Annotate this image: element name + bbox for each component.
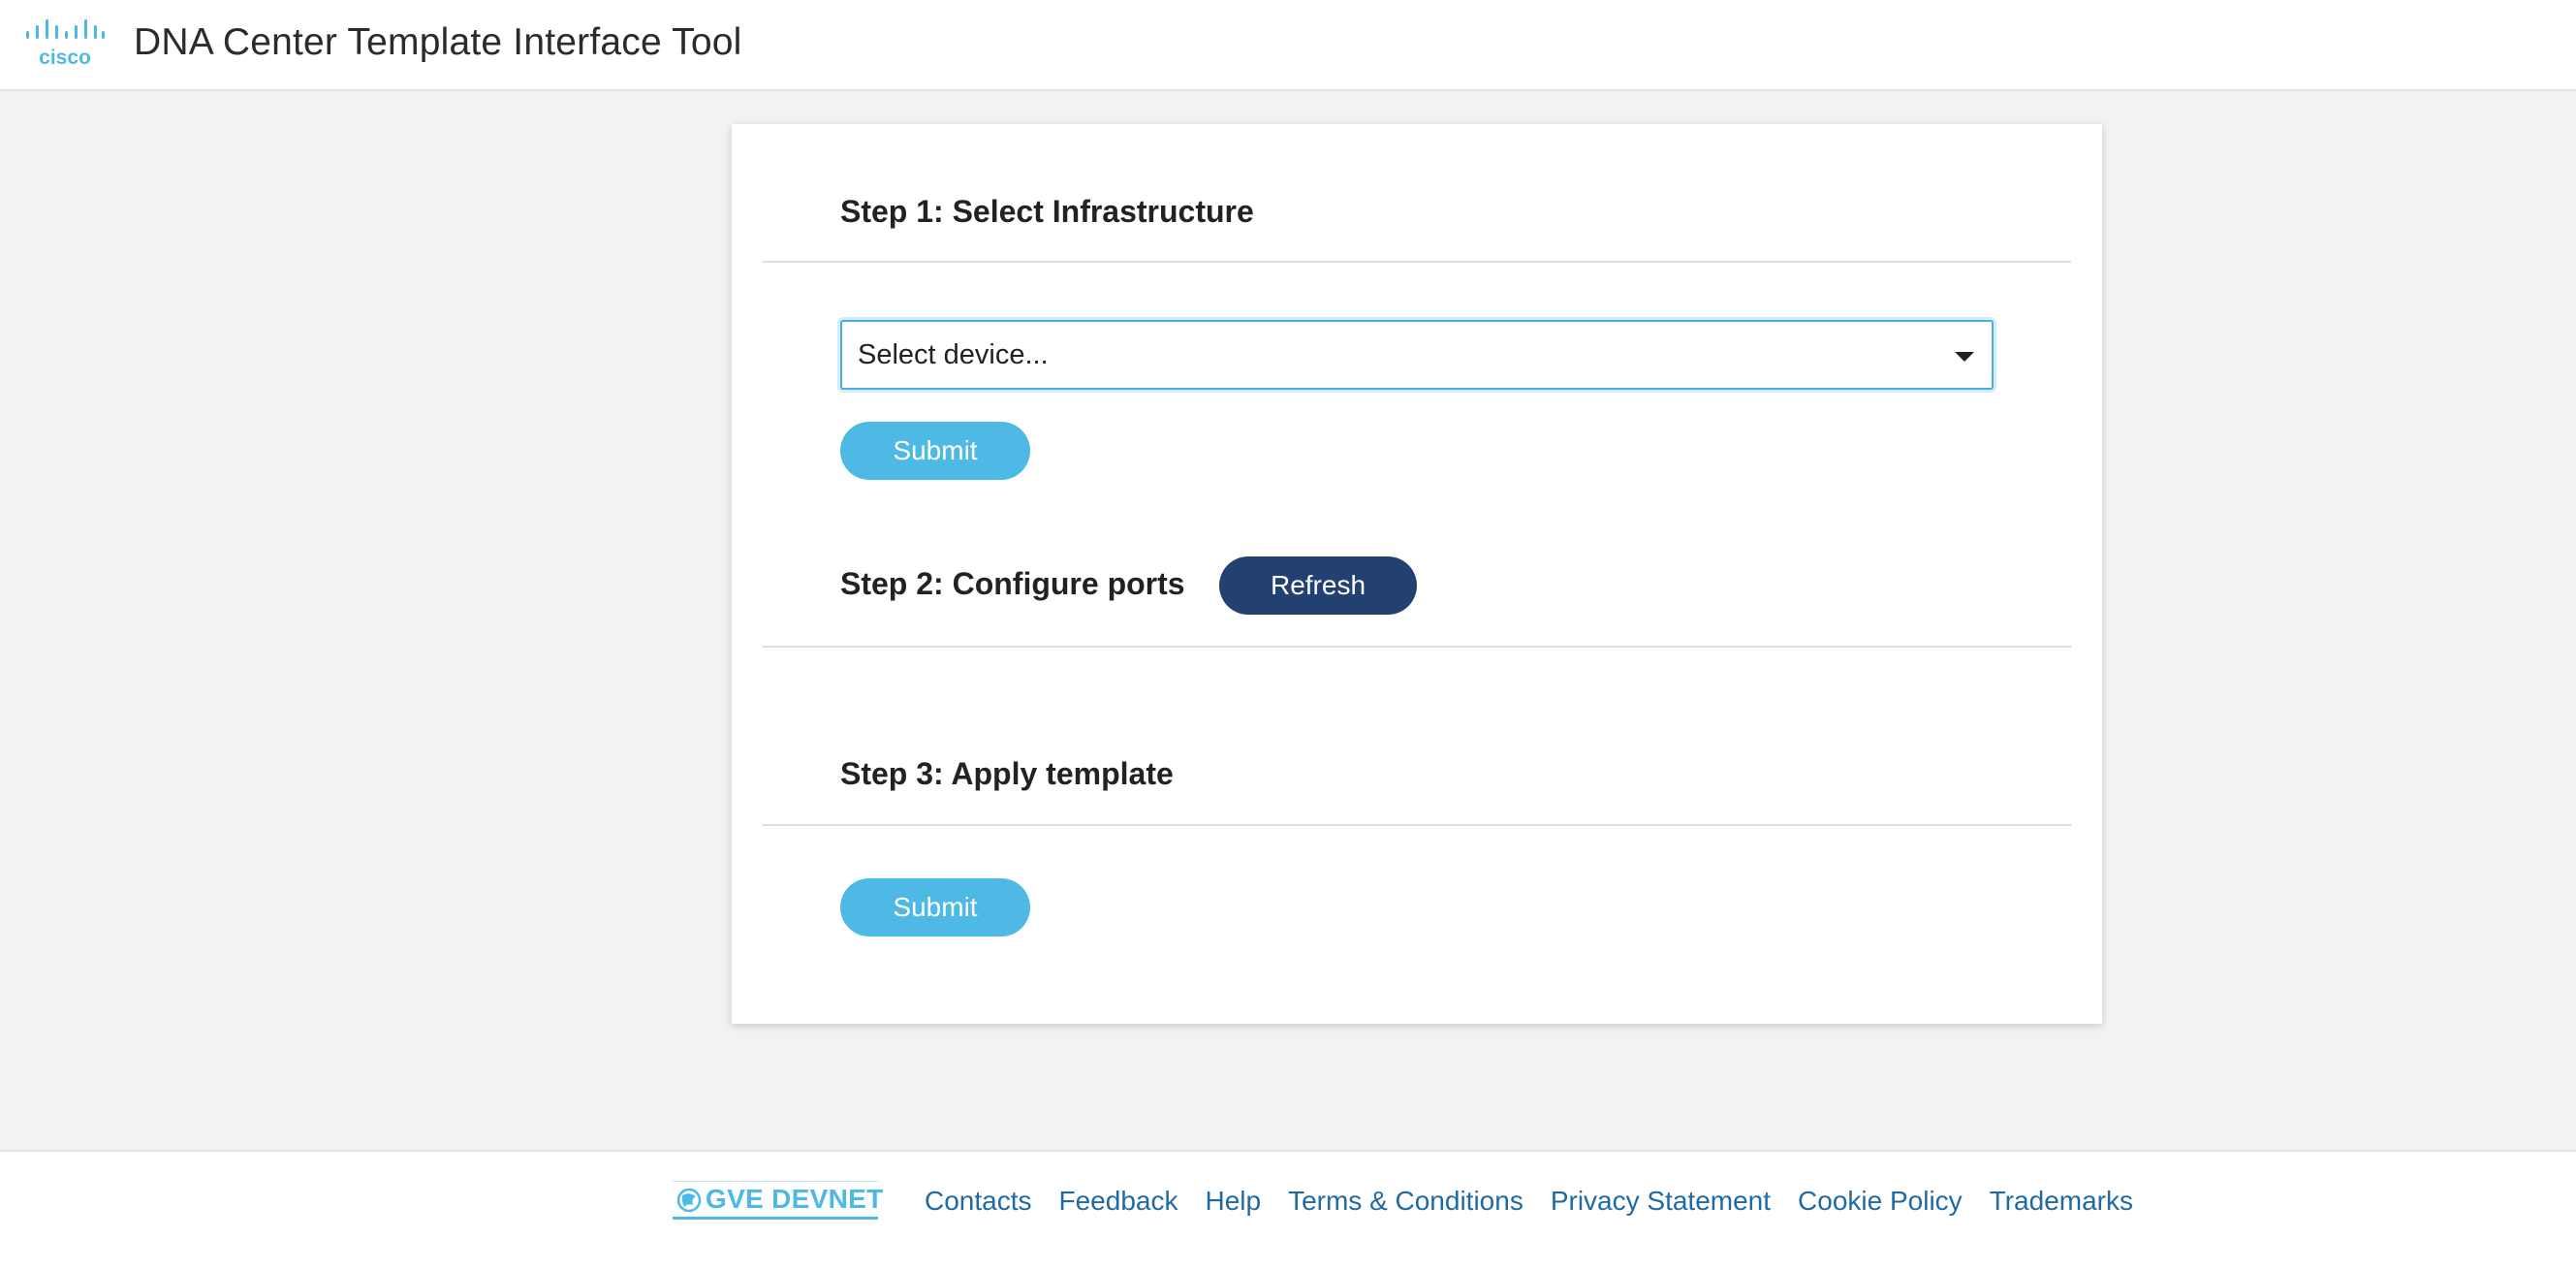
- step1-heading: Step 1: Select Infrastructure: [840, 194, 1254, 229]
- step3-submit-button[interactable]: Submit: [840, 878, 1030, 937]
- footer-links: Contacts Feedback Help Terms & Conditions Pr…: [925, 1186, 2160, 1217]
- step1-divider: [763, 261, 2071, 263]
- wizard-card: Step 1: Select Infrastructure Select dev…: [732, 124, 2102, 1024]
- app-title: DNA Center Template Interface Tool: [134, 21, 742, 63]
- device-select[interactable]: Select device...: [840, 320, 1994, 390]
- cisco-logo-icon[interactable]: cisco: [25, 19, 105, 68]
- step1-submit-button[interactable]: Submit: [840, 422, 1030, 480]
- footer-link-help[interactable]: Help: [1205, 1186, 1261, 1217]
- footer-link-cookie-policy[interactable]: Cookie Policy: [1798, 1186, 1963, 1217]
- device-select-value: Select device...: [858, 339, 1049, 370]
- step3-divider: [763, 824, 2071, 826]
- refresh-button[interactable]: Refresh: [1219, 556, 1417, 615]
- app-header: cisco DNA Center Template Interface Tool: [0, 0, 2576, 91]
- footer-link-privacy[interactable]: Privacy Statement: [1551, 1186, 1771, 1217]
- footer-link-terms[interactable]: Terms & Conditions: [1288, 1186, 1524, 1217]
- step3-heading: Step 3: Apply template: [840, 756, 1174, 791]
- footer-link-contacts[interactable]: Contacts: [925, 1186, 1032, 1217]
- globe-icon: [676, 1188, 702, 1213]
- gve-devnet-logo[interactable]: GVE DEVNET: [673, 1181, 883, 1220]
- page-footer: GVE DEVNET Contacts Feedback Help Terms & C…: [0, 1150, 2576, 1270]
- chevron-down-icon[interactable]: [1955, 352, 1974, 362]
- gve-devnet-text: GVE DEVNET: [706, 1184, 884, 1214]
- step2-heading: Step 2: Configure ports: [840, 566, 1185, 601]
- footer-link-trademarks[interactable]: Trademarks: [1990, 1186, 2133, 1217]
- footer-link-feedback[interactable]: Feedback: [1059, 1186, 1178, 1217]
- logo-text: cisco: [39, 47, 91, 68]
- step2-divider: [763, 646, 2071, 648]
